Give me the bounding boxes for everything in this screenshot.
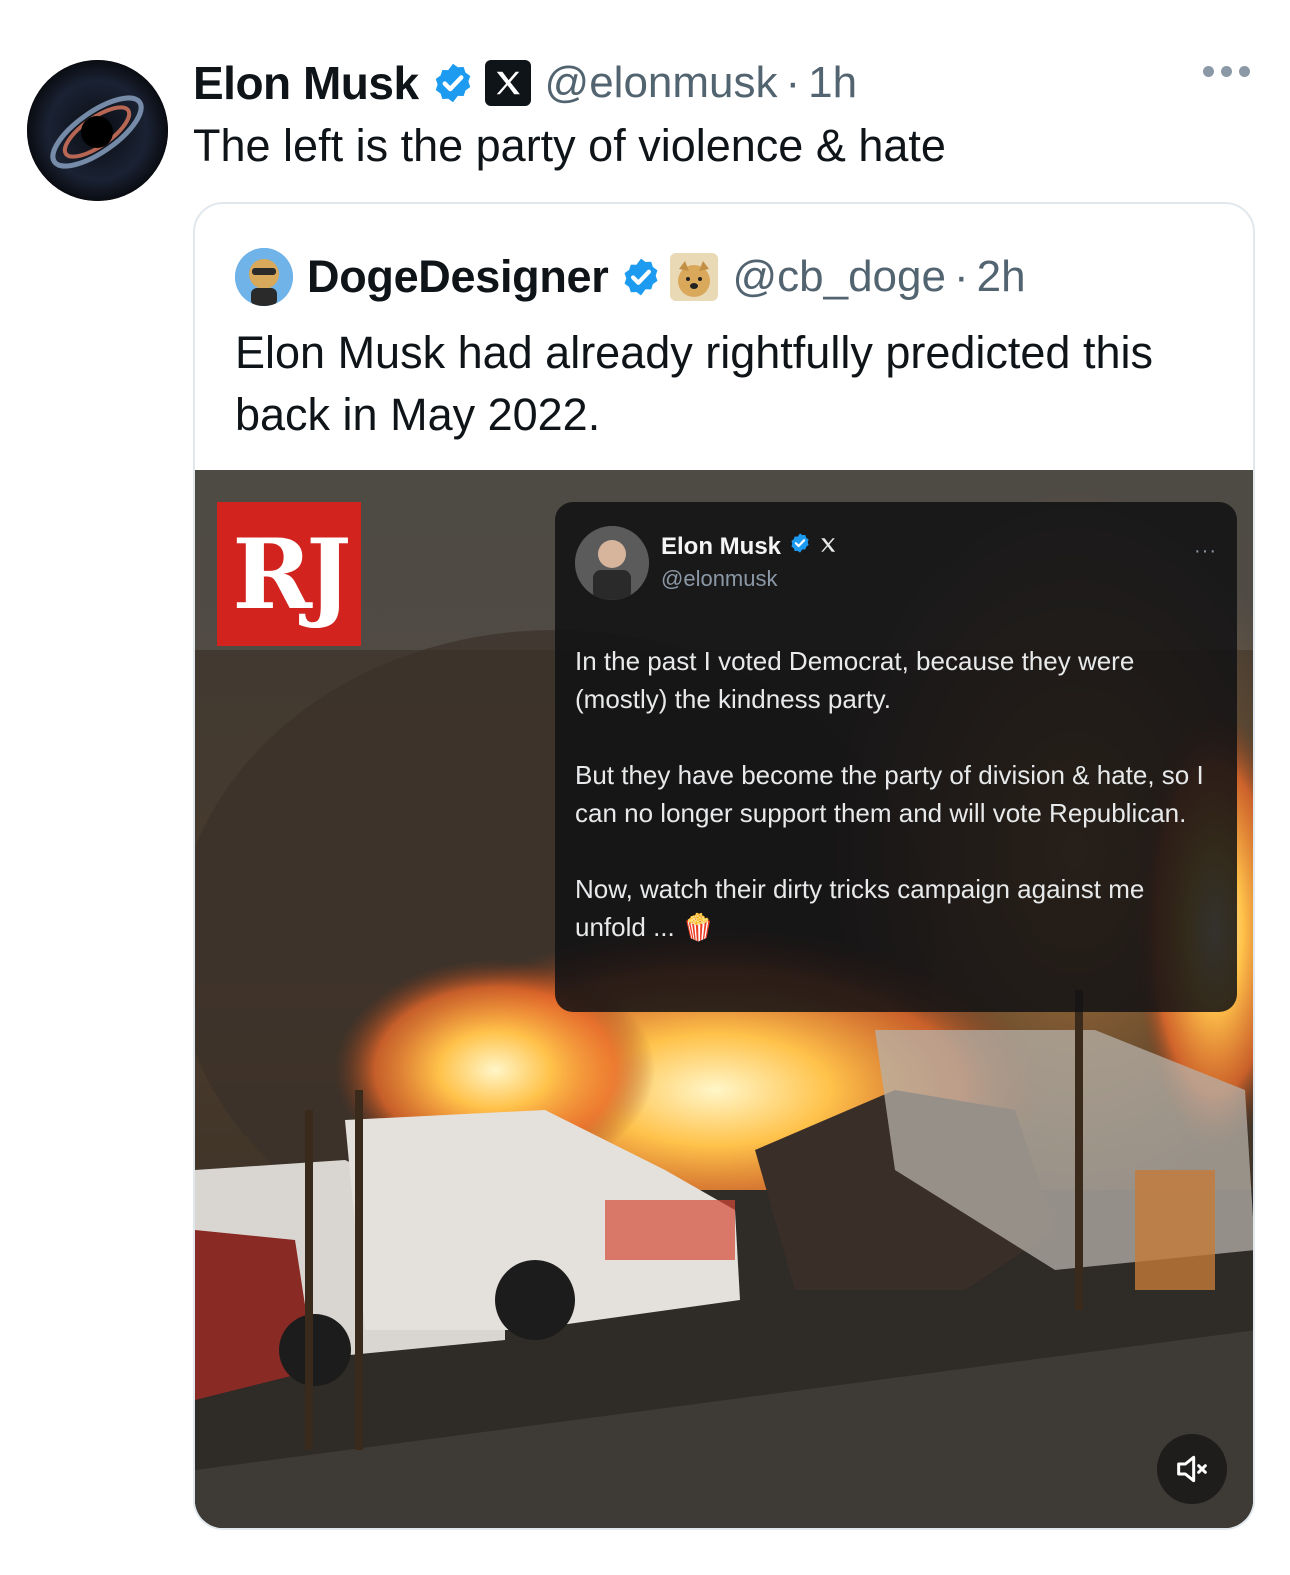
- more-options-icon: ···: [1194, 540, 1217, 562]
- embedded-tweet-screenshot: Elon Musk @elonmusk ··· In the past I vo…: [555, 502, 1237, 1012]
- embedded-tweet-avatar: [575, 526, 649, 600]
- more-options-icon[interactable]: [1203, 66, 1250, 77]
- quote-text: Elon Musk had already rightfully predict…: [235, 327, 1153, 440]
- video-media[interactable]: RJ Elon Musk @elonmusk ··· In the past I…: [195, 470, 1253, 1528]
- author-handle[interactable]: @elonmusk: [545, 58, 778, 108]
- tweet-text: The left is the party of violence & hate: [193, 120, 946, 171]
- verified-badge-icon: [789, 532, 811, 561]
- quoted-tweet[interactable]: DogeDesigner @cb_doge · 2h Elon Musk had…: [193, 202, 1255, 1530]
- black-hole-avatar-image: [27, 60, 168, 201]
- embedded-tweet-name: Elon Musk: [661, 532, 837, 561]
- separator-dot: ·: [953, 252, 969, 301]
- author-avatar[interactable]: [27, 60, 168, 201]
- embedded-tweet-body: In the past I voted Democrat, because th…: [575, 642, 1215, 984]
- quote-author-name[interactable]: DogeDesigner: [307, 251, 609, 303]
- x-logo-icon: [484, 60, 531, 106]
- separator-dot: ·: [785, 58, 801, 107]
- muted-speaker-icon[interactable]: [1157, 1434, 1227, 1504]
- embedded-tweet-author: Elon Musk: [661, 532, 782, 560]
- quote-header: DogeDesigner @cb_doge · 2h: [235, 246, 1026, 308]
- embedded-tweet-paragraph: Now, watch their dirty tricks campaign a…: [575, 874, 1145, 942]
- embedded-tweet-paragraph: In the past I voted Democrat, because th…: [575, 646, 1135, 714]
- quote-author-avatar[interactable]: [235, 248, 293, 306]
- tweet-header: Elon Musk @elonmusk · 1h: [193, 52, 857, 114]
- quote-post-time[interactable]: 2h: [977, 252, 1026, 302]
- verified-badge-icon: [431, 61, 475, 105]
- rj-logo: RJ: [217, 502, 361, 646]
- verified-badge-icon: [620, 256, 662, 298]
- doge-affiliate-icon: [670, 253, 719, 301]
- embedded-tweet-handle: @elonmusk: [661, 566, 778, 591]
- quote-author-handle[interactable]: @cb_doge: [732, 252, 946, 302]
- embedded-tweet-paragraph: But they have become the party of divisi…: [575, 760, 1204, 828]
- author-name[interactable]: Elon Musk: [193, 56, 419, 110]
- x-logo-icon: [819, 533, 837, 561]
- post-time[interactable]: 1h: [808, 58, 857, 108]
